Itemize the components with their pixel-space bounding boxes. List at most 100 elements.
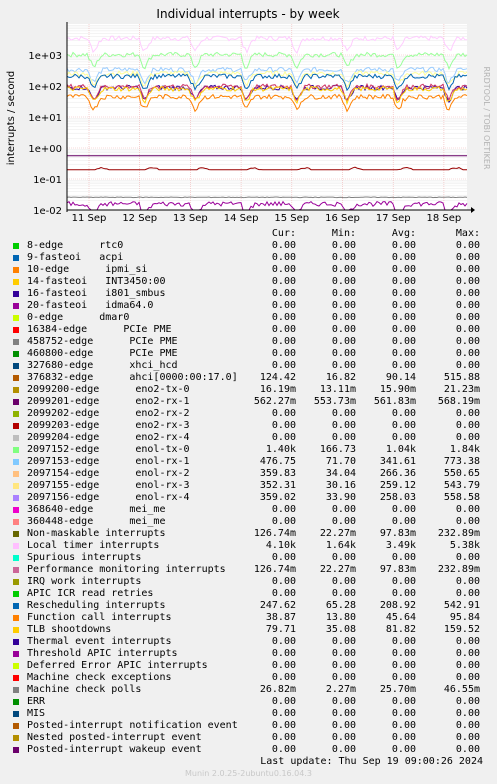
legend-max: 21.23m — [443, 384, 480, 395]
legend-row: 376832-edge ahci[0000:00:17.0] 124.42 16.8… — [12, 372, 490, 384]
legend-avg: 25.70m — [379, 684, 416, 695]
legend-cur: 0.00 — [271, 312, 296, 323]
legend-avg: 0.00 — [391, 420, 416, 431]
legend-min: 0.00 — [331, 288, 356, 299]
legend-swatch — [13, 375, 19, 381]
legend-cur: 0.00 — [271, 264, 296, 275]
legend-label: 2099202-edge eno2-rx-2 — [27, 408, 190, 419]
legend-label: 2099201-edge eno2-rx-1 — [27, 396, 190, 407]
legend-label: 8-edge rtc0 — [27, 240, 124, 251]
legend-swatch — [13, 591, 19, 597]
legend-cur: 0.00 — [271, 552, 296, 563]
x-tick-label: 13 Sep — [173, 213, 208, 224]
legend-avg: 0.00 — [391, 696, 416, 707]
legend-swatch — [13, 543, 19, 549]
legend-cur: 0.00 — [271, 276, 296, 287]
legend-row: 2097156-edge enol-rx-4 359.02 33.90 258.03 5… — [12, 492, 490, 504]
legend-max: 0.00 — [455, 324, 480, 335]
legend-min: 65.28 — [325, 600, 356, 611]
legend-min: 0.00 — [331, 588, 356, 599]
x-axis-arrow — [471, 207, 475, 213]
legend-max: 46.55m — [443, 684, 480, 695]
legend-min: 0.00 — [331, 708, 356, 719]
legend-row: Spurious interrupts 0.00 0.00 0.00 0.00 — [12, 552, 490, 564]
legend-swatch — [13, 351, 19, 357]
legend-swatch — [13, 507, 19, 513]
legend-label: 2099204-edge eno2-rx-4 — [27, 432, 190, 443]
legend-row: 327680-edge xhci_hcd 0.00 0.00 0.00 0.00 — [12, 360, 490, 372]
legend-swatch — [13, 255, 19, 261]
legend-cur: 0.00 — [271, 672, 296, 683]
legend-max: 95.84 — [449, 612, 480, 623]
legend-row: 2099203-edge eno2-rx-3 0.00 0.00 0.00 0.00 — [12, 420, 490, 432]
legend-avg: 97.83m — [379, 564, 416, 575]
legend-label: 2097156-edge enol-rx-4 — [27, 492, 190, 503]
legend-min: 0.00 — [331, 552, 356, 563]
legend-label: 14-fasteoi INT3450:00 — [27, 276, 166, 287]
legend-cur: 0.00 — [271, 576, 296, 587]
legend-cur: 0.00 — [271, 696, 296, 707]
legend-row: 368640-edge mei_me 0.00 0.00 0.00 0.00 — [12, 504, 490, 516]
legend-max: 232.89m — [437, 528, 480, 539]
y-tick-label: 1e+01 — [28, 113, 62, 124]
legend-avg: 0.00 — [391, 348, 416, 359]
legend-cur: 79.71 — [265, 624, 296, 635]
legend-avg: 0.00 — [391, 264, 416, 275]
legend-min: 22.27m — [319, 564, 356, 575]
legend-label: 16-fasteoi i801_smbus — [27, 288, 166, 299]
legend-min: 0.00 — [331, 576, 356, 587]
legend-min: 13.80 — [325, 612, 356, 623]
legend-row: 20-fasteoi idma64.0 0.00 0.00 0.00 0.00 — [12, 300, 490, 312]
legend-avg: 90.14 — [385, 372, 416, 383]
legend-cur: 0.00 — [271, 648, 296, 659]
legend-cur: 0.00 — [271, 708, 296, 719]
header-max: Max: — [455, 228, 480, 239]
legend-cur: 476.75 — [259, 456, 296, 467]
legend-cur: 26.82m — [259, 684, 296, 695]
legend-row: Thermal event interrupts 0.00 0.00 0.00 0.00 — [12, 636, 490, 648]
legend-row: 16384-edge PCIe PME 0.00 0.00 0.00 0.00 — [12, 324, 490, 336]
legend-row: Threshold APIC interrupts 0.00 0.00 0.00 0.0… — [12, 648, 490, 660]
legend-label: Function call interrupts — [27, 612, 172, 623]
legend-cur: 562.27m — [253, 396, 296, 407]
legend-label: Non-maskable interrupts — [27, 528, 166, 539]
legend-row: 2097152-edge enol-tx-0 1.40k 166.73 1.04k 1.… — [12, 444, 490, 456]
legend-label: Deferred Error APIC interrupts — [27, 660, 208, 671]
legend-min: 2.27m — [325, 684, 356, 695]
legend-cur: 0.00 — [271, 720, 296, 731]
legend-row: 460800-edge PCIe PME 0.00 0.00 0.00 0.00 — [12, 348, 490, 360]
legend-avg: 0.00 — [391, 276, 416, 287]
legend-min: 0.00 — [331, 312, 356, 323]
legend-avg: 0.00 — [391, 408, 416, 419]
legend-avg: 1.04k — [385, 444, 416, 455]
legend-row: 10-edge ipmi_si 0.00 0.00 0.00 0.00 — [12, 264, 490, 276]
legend-row: Posted-interrupt notification event 0.00 0… — [12, 720, 490, 732]
legend-swatch — [13, 423, 19, 429]
legend-min: 30.16 — [325, 480, 356, 491]
legend-label: TLB shootdowns — [27, 624, 112, 635]
legend-cur: 352.31 — [259, 480, 296, 491]
legend-row: Non-maskable interrupts 126.74m 22.27m 97.8… — [12, 528, 490, 540]
series-line-11 — [66, 196, 468, 199]
legend-avg: 0.00 — [391, 744, 416, 755]
legend-label: 0-edge dmar0 — [27, 312, 130, 323]
legend-avg: 0.00 — [391, 660, 416, 671]
legend-max: 0.00 — [455, 360, 480, 371]
legend-min: 34.04 — [325, 468, 356, 479]
legend-avg: 341.61 — [379, 456, 416, 467]
legend-max: 0.00 — [455, 708, 480, 719]
legend-label: 20-fasteoi idma64.0 — [27, 300, 154, 311]
legend-cur: 0.00 — [271, 732, 296, 743]
legend-row: Rescheduling interrupts 247.62 65.28 208.92… — [12, 600, 490, 612]
legend-row: 2099200-edge eno2-tx-0 16.19m 13.11m 15.90m… — [12, 384, 490, 396]
legend-max: 0.00 — [455, 720, 480, 731]
legend-min: 0.00 — [331, 720, 356, 731]
legend-avg: 0.00 — [391, 648, 416, 659]
legend-label: Local timer interrupts — [27, 540, 160, 551]
legend-row: 2099202-edge eno2-rx-2 0.00 0.00 0.00 0.00 — [12, 408, 490, 420]
legend-min: 0.00 — [331, 348, 356, 359]
legend-avg: 0.00 — [391, 300, 416, 311]
legend-max: 0.00 — [455, 588, 480, 599]
y-tick-label: 1e-02 — [33, 206, 62, 217]
legend-max: 0.00 — [455, 576, 480, 587]
